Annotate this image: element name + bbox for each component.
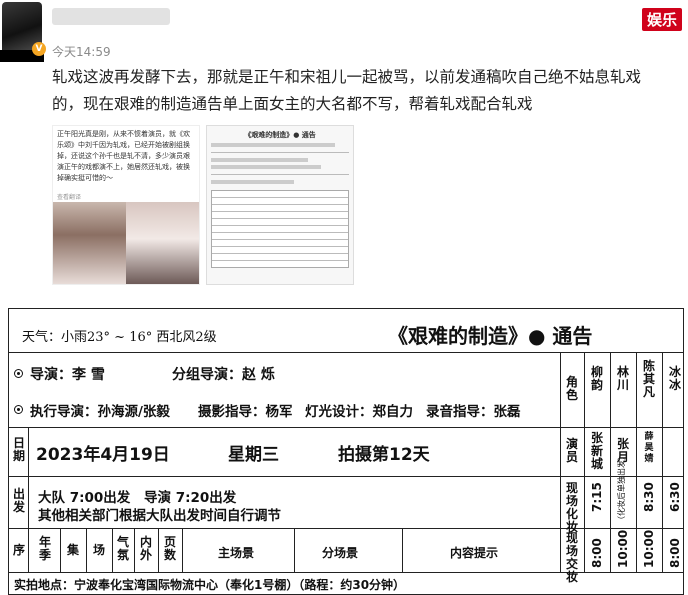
cast-makeup-time: 6:30	[668, 482, 682, 512]
post-text: 轧戏这波再发酵下去，那就是正午和宋祖儿一起被骂，以前发通稿吹自己绝不姑息轧戏 的…	[52, 64, 682, 118]
cast-makeup-time: 7:15	[590, 482, 604, 512]
thumb-row	[211, 158, 308, 162]
row-divider	[8, 572, 684, 573]
thumb-row	[211, 165, 322, 169]
col-header-year-season: 年季	[38, 535, 51, 562]
cast-makeup-time: 8:30	[642, 482, 656, 512]
post-image-1-source: 查看翻译	[57, 194, 82, 201]
cast-role: 柳韵	[590, 365, 603, 392]
cast-arrive-time: 8:00	[590, 538, 604, 568]
cast-actor: 张新城	[590, 431, 603, 471]
post-image-1[interactable]: 正午阳光真是刚，从来不惯着演员，就《欢乐颂》中刘千因为轧戏，已经开始被剧组换掉，…	[52, 125, 200, 285]
post-text-line-2: 的，现在艰难的制造通告单上面女主的大名都不写，帮着轧戏配合轧戏	[52, 95, 533, 113]
username-blurred[interactable]	[52, 8, 170, 25]
cast-role: 林川	[616, 365, 629, 392]
date-label: 日期	[12, 436, 25, 463]
shoot-location: 实拍地点：宁波奉化宝湾国际物流中心（奉化1号棚）（路程：约30分钟）	[14, 578, 406, 592]
bullet-icon	[14, 405, 23, 414]
cast-arrive-time: 10:00	[642, 529, 656, 568]
thumb-row	[211, 143, 336, 147]
col-divider	[662, 352, 663, 572]
weather-text: 天气：小雨23° ~ 16° 西北风2级	[22, 330, 217, 345]
col-divider	[86, 528, 87, 572]
depart-note: 其他相关部门根据大队出发时间自行调节	[38, 508, 281, 524]
post-image-1-photos	[53, 202, 199, 284]
row-divider	[8, 476, 560, 477]
post-text-line-1: 轧戏这波再发酵下去，那就是正午和宋祖儿一起被骂，以前发通稿吹自己绝不姑息轧戏	[52, 68, 642, 86]
post-image-1-text: 正午阳光真是刚，从来不惯着演员，就《欢乐颂》中刘千因为轧戏，已经开始被剧组换掉，…	[57, 130, 190, 182]
unit-director: 分组导演：赵 烁	[172, 367, 275, 383]
thumb-table-grid	[211, 190, 349, 268]
shoot-day: 拍摄第12天	[338, 445, 430, 465]
col-header-main-set: 主场景	[218, 546, 255, 560]
main-team-depart: 大队 7:00出发	[38, 490, 131, 506]
cast-makeup-note: （化妆后单独出发）	[617, 452, 626, 524]
col-divider	[584, 352, 585, 572]
col-divider	[60, 528, 61, 572]
director: 导演：李 雪	[30, 367, 105, 383]
col-header-sub-set: 分场景	[322, 546, 359, 560]
sound-director: 录音指导：张磊	[426, 404, 521, 420]
actor-label: 演员	[565, 437, 578, 464]
weekday: 星期三	[228, 445, 279, 465]
verified-badge-icon: V	[32, 42, 46, 56]
row-divider	[8, 352, 684, 353]
col-header-pages: 页数	[163, 535, 176, 562]
col-divider	[112, 528, 113, 572]
col-header-content: 内容提示	[450, 546, 499, 560]
col-divider	[636, 352, 637, 572]
cast-role: 冰冰	[668, 365, 681, 392]
wardrobe-label: 现场交妆	[565, 531, 578, 584]
col-header-index: 序	[12, 543, 25, 557]
col-divider	[610, 352, 611, 572]
makeup-label: 现场化妆	[565, 481, 578, 534]
photo-director: 摄影指导：杨军	[198, 404, 293, 420]
col-header-int-ext: 内外	[139, 535, 152, 562]
post-time: 今天14:59	[52, 45, 111, 59]
col-header-atmosphere: 气氛	[116, 535, 129, 562]
lighting-designer: 灯光设计：郑自力	[305, 404, 413, 420]
cast-arrive-time: 10:00	[616, 529, 630, 568]
col-divider	[28, 427, 29, 572]
cast-divider	[560, 427, 684, 428]
thumb-divider	[211, 152, 349, 153]
cast-role: 陈其凡	[642, 359, 655, 399]
cast-actor: 薛昊婧	[644, 432, 654, 464]
row-divider	[8, 427, 560, 428]
col-divider	[560, 352, 561, 572]
bullet-icon	[14, 369, 23, 378]
col-header-episode: 集	[66, 543, 79, 557]
photo-group-actresses	[53, 202, 126, 284]
exec-director: 执行导演：孙海源/张毅	[30, 404, 170, 420]
role-label: 角色	[565, 375, 578, 402]
post-image-2-title: 《艰难的制造》● 通告	[244, 131, 316, 139]
col-header-scene: 场	[92, 543, 105, 557]
director-depart: 导演 7:20出发	[144, 490, 237, 506]
photo-actress-portrait	[126, 202, 199, 284]
cast-arrive-time: 8:00	[668, 538, 682, 568]
brand-logo: 娱乐	[641, 8, 682, 31]
thumb-divider	[211, 174, 349, 175]
col-divider	[182, 528, 183, 572]
call-sheet-title: 《艰难的制造》● 通告	[388, 324, 593, 348]
col-divider	[294, 528, 295, 572]
col-divider	[158, 528, 159, 572]
depart-label: 出发	[12, 487, 25, 514]
row-divider	[8, 528, 684, 529]
call-sheet-image: 天气：小雨23° ~ 16° 西北风2级 《艰难的制造》● 通告 导演：李 雪 …	[2, 296, 688, 595]
col-divider	[402, 528, 403, 572]
shoot-date: 2023年4月19日	[36, 445, 170, 465]
post-image-2[interactable]: 《艰难的制造》● 通告	[206, 125, 354, 285]
thumb-row	[211, 180, 294, 184]
col-divider	[134, 528, 135, 572]
